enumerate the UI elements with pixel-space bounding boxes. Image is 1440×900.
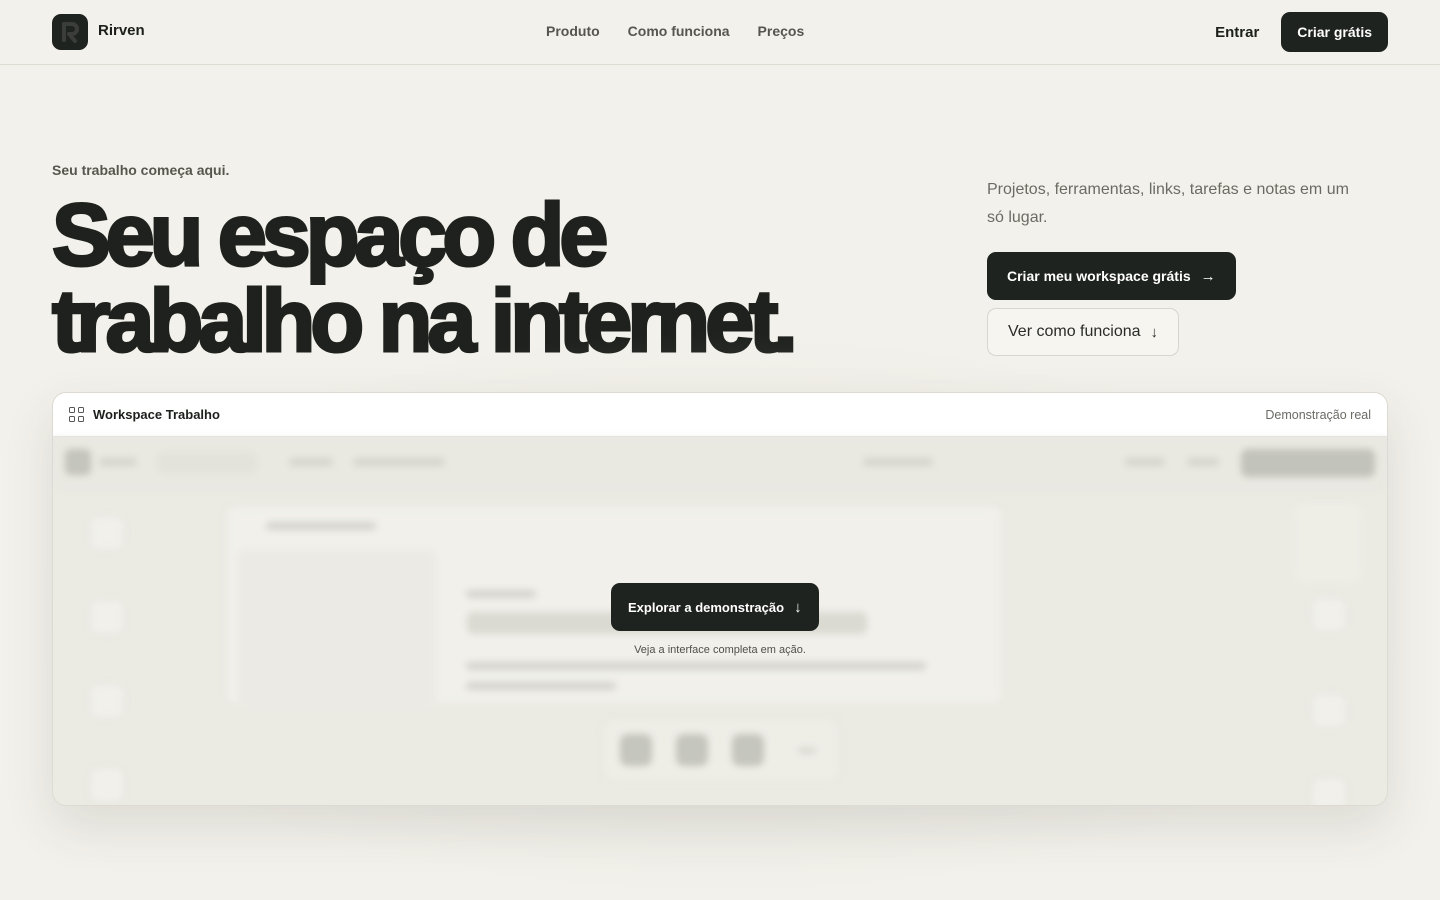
demo-window: Workspace Trabalho Demonstração real Exp… [52, 392, 1388, 806]
preview-tab-placeholder [353, 458, 445, 466]
create-workspace-label: Criar meu workspace grátis [1007, 268, 1191, 284]
preview-right-icon [1311, 597, 1347, 633]
brand-name: Rirven [98, 21, 145, 39]
preview-panel-line [466, 590, 536, 598]
preview-dock-more-icon [798, 748, 816, 753]
hero-eyebrow: Seu trabalho começa aqui. [52, 162, 230, 178]
signup-button[interactable]: Criar grátis [1281, 12, 1388, 52]
preview-sidebar-icon [89, 515, 125, 551]
preview-panel-line [466, 682, 616, 690]
preview-right-icon [1311, 777, 1347, 805]
hero-subtitle: Projetos, ferramentas, links, tarefas e … [987, 181, 1349, 226]
explore-caption: Veja a interface completa em ação. [634, 644, 806, 656]
preview-cta-placeholder [1241, 449, 1375, 477]
preview-brand-placeholder [99, 458, 137, 466]
preview-dock-icon [732, 734, 764, 766]
top-nav: Rirven Produto Como funciona Preços Entr… [0, 0, 1440, 65]
preview-panel-title [266, 522, 376, 530]
nav-links: Produto Como funciona Preços [546, 23, 804, 39]
preview-search-placeholder [863, 458, 933, 466]
preview-link-placeholder [1125, 458, 1165, 466]
create-workspace-button[interactable]: Criar meu workspace grátis → [987, 252, 1236, 300]
grid-icon [69, 407, 84, 422]
preview-dock [601, 717, 841, 783]
demo-title: Workspace Trabalho [93, 407, 220, 422]
demo-titlebar: Workspace Trabalho Demonstração real [53, 393, 1387, 437]
nav-link-precos[interactable]: Preços [758, 23, 805, 39]
hero-title-line-1: Seu espaço de [51, 185, 610, 284]
preview-link-placeholder [1187, 458, 1219, 466]
arrow-down-icon: ↓ [794, 598, 802, 616]
explore-demo-label: Explorar a demonstração [628, 599, 785, 615]
preview-topbar [53, 437, 1387, 489]
brand-logo-icon [52, 14, 88, 50]
brand[interactable]: Rirven [52, 14, 145, 50]
preview-dock-icon [620, 734, 652, 766]
nav-link-como-funciona[interactable]: Como funciona [628, 23, 730, 39]
preview-sidebar-icon [89, 683, 125, 719]
arrow-right-icon: → [1200, 267, 1216, 285]
preview-right-icon [1311, 693, 1347, 729]
preview-logo-icon [65, 449, 91, 475]
explore-demo-button[interactable]: Explorar a demonstração ↓ [611, 583, 819, 631]
demo-title-group: Workspace Trabalho [69, 407, 220, 422]
preview-panel-sidebar [238, 550, 436, 710]
preview-dock-icon [676, 734, 708, 766]
login-link[interactable]: Entrar [1215, 24, 1259, 41]
nav-actions: Entrar Criar grátis [1215, 12, 1388, 52]
preview-right-card [1293, 503, 1363, 583]
preview-workspace-switcher [157, 452, 257, 474]
preview-tab-placeholder [289, 458, 333, 466]
preview-panel-line [466, 662, 926, 670]
nav-link-produto[interactable]: Produto [546, 23, 600, 39]
preview-sidebar-icon [89, 767, 125, 803]
demo-tag: Demonstração real [1265, 408, 1371, 422]
preview-sidebar-icon [89, 599, 125, 635]
